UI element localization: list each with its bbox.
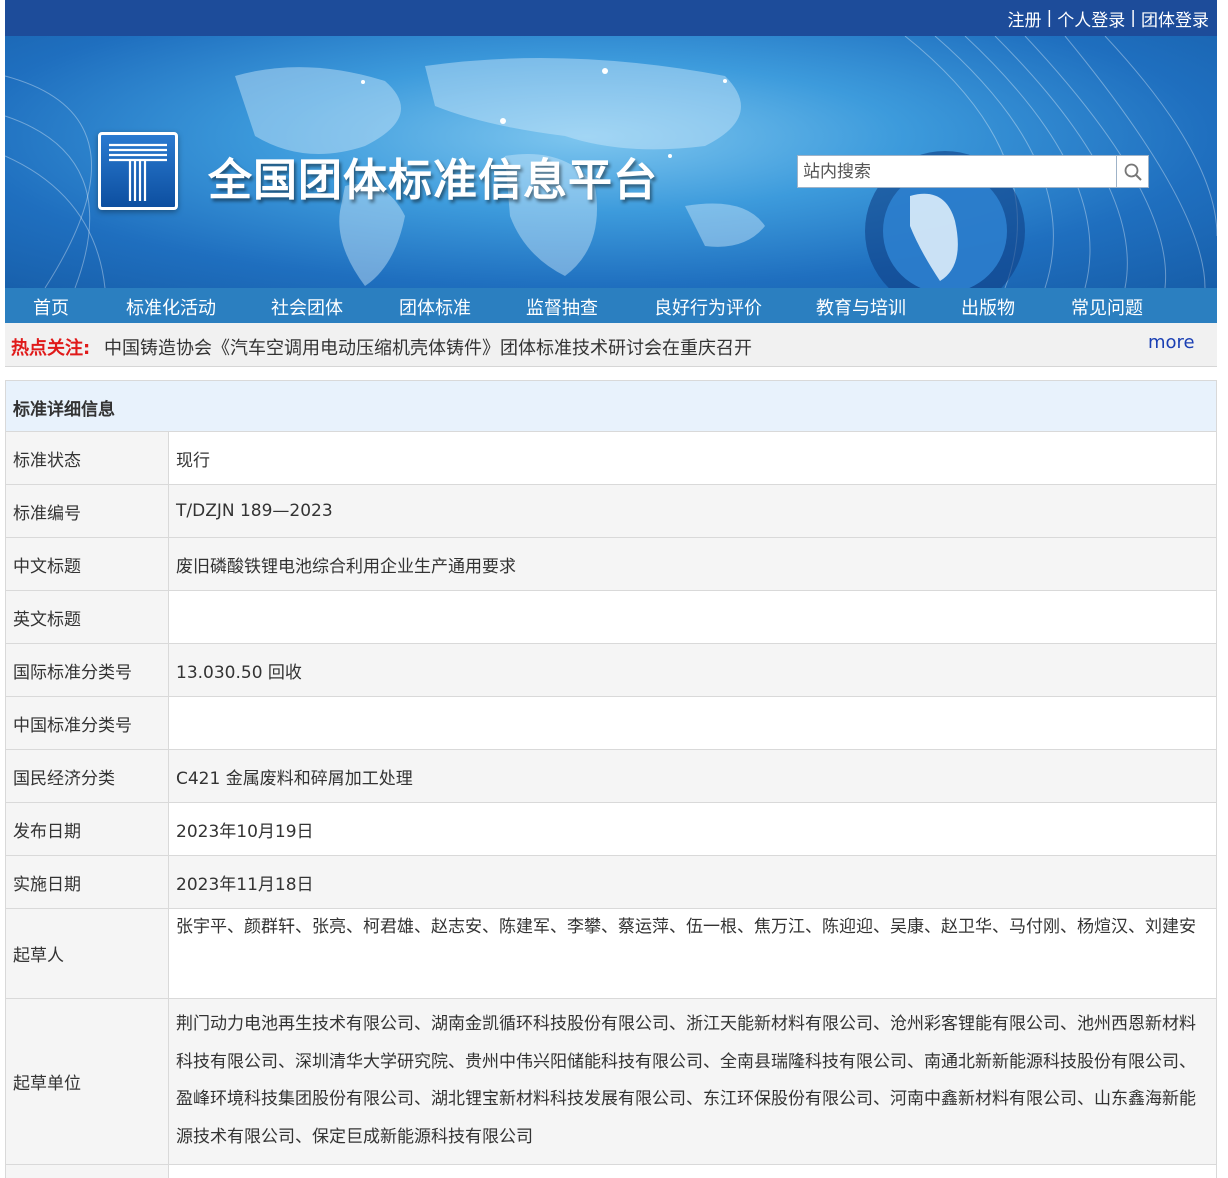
table-row: 起草人 张宇平、颜群轩、张亮、柯君雄、赵志安、陈建军、李攀、蔡运萍、伍一根、焦万…	[6, 909, 1216, 999]
table-row: 国民经济分类 C421 金属废料和碎屑加工处理	[6, 750, 1216, 803]
nav-item-social-groups[interactable]: 社会团体	[271, 294, 343, 320]
row-key: 实施日期	[6, 856, 169, 908]
nav-item-publications[interactable]: 出版物	[961, 294, 1015, 320]
group-login-link[interactable]: 团体登录	[1141, 6, 1209, 31]
row-key: 起草单位	[6, 999, 169, 1164]
table-row: 中国标准分类号	[6, 697, 1216, 750]
hot-label: 热点关注:	[11, 338, 91, 359]
row-key: 发布日期	[6, 803, 169, 855]
detail-heading: 标准详细信息	[6, 381, 1216, 432]
row-key: 中文标题	[6, 538, 169, 590]
hot-news-link[interactable]: 中国铸造协会《汽车空调用电动压缩机壳体铸件》团体标准技术研讨会在重庆召开	[104, 334, 752, 360]
nav-item-home[interactable]: 首页	[33, 294, 69, 320]
site-search	[797, 155, 1149, 188]
top-bar: 注册 | 个人登录 | 团体登录	[5, 0, 1217, 36]
row-value	[169, 697, 1216, 749]
row-value: 2023年10月19日	[169, 803, 1216, 855]
row-key: 国民经济分类	[6, 750, 169, 802]
table-row: 中文标题 废旧磷酸铁锂电池综合利用企业生产通用要求	[6, 538, 1216, 591]
row-value	[169, 591, 1216, 643]
row-value: 2023年11月18日	[169, 856, 1216, 908]
nav-item-education[interactable]: 教育与培训	[816, 294, 906, 320]
nav-item-standardization[interactable]: 标准化活动	[126, 294, 216, 320]
row-key: 起草人	[6, 909, 169, 998]
table-row: 英文标题	[6, 591, 1216, 644]
more-link[interactable]: more	[1148, 332, 1195, 353]
row-value	[169, 1165, 1216, 1178]
row-value: 现行	[169, 432, 1216, 484]
hot-news-bar: 热点关注: 中国铸造协会《汽车空调用电动压缩机壳体铸件》团体标准技术研讨会在重庆…	[5, 323, 1217, 367]
table-row: 标准状态 现行	[6, 432, 1216, 485]
row-value: 13.030.50 回收	[169, 644, 1216, 696]
row-value: 废旧磷酸铁锂电池综合利用企业生产通用要求	[169, 538, 1216, 590]
table-row: 实施日期 2023年11月18日	[6, 856, 1216, 909]
table-row: 起草单位 荆门动力电池再生技术有限公司、湖南金凯循环科技股份有限公司、浙江天能新…	[6, 999, 1216, 1165]
personal-login-link[interactable]: 个人登录	[1057, 6, 1125, 31]
search-button[interactable]	[1117, 155, 1149, 188]
table-row: 标准编号 T/DZJN 189—2023	[6, 485, 1216, 538]
platform-logo[interactable]	[98, 132, 178, 210]
standard-detail-table: 标准详细信息 标准状态 现行 标准编号 T/DZJN 189—2023 中文标题…	[5, 380, 1217, 1178]
row-key	[6, 1165, 169, 1178]
row-value: C421 金属废料和碎屑加工处理	[169, 750, 1216, 802]
table-row	[6, 1165, 1216, 1178]
separator: |	[1046, 8, 1053, 28]
nav-item-inspection[interactable]: 监督抽查	[526, 294, 598, 320]
row-key: 标准编号	[6, 485, 169, 537]
table-row: 国际标准分类号 13.030.50 回收	[6, 644, 1216, 697]
search-input[interactable]	[797, 155, 1117, 188]
separator: |	[1130, 8, 1136, 28]
row-value: T/DZJN 189—2023	[169, 485, 1216, 537]
register-link[interactable]: 注册	[1008, 6, 1042, 31]
row-key: 英文标题	[6, 591, 169, 643]
search-icon	[1124, 163, 1142, 181]
nav-item-good-behavior[interactable]: 良好行为评价	[654, 294, 762, 320]
nav-item-group-standards[interactable]: 团体标准	[399, 294, 471, 320]
row-value: 张宇平、颜群轩、张亮、柯君雄、赵志安、陈建军、李攀、蔡运萍、伍一根、焦万江、陈迎…	[169, 909, 1216, 998]
table-row: 发布日期 2023年10月19日	[6, 803, 1216, 856]
banner: 全国团体标准信息平台	[5, 36, 1217, 288]
row-key: 标准状态	[6, 432, 169, 484]
nav-item-faq[interactable]: 常见问题	[1071, 294, 1143, 320]
row-key: 中国标准分类号	[6, 697, 169, 749]
logo-mark-icon	[109, 143, 167, 201]
row-key: 国际标准分类号	[6, 644, 169, 696]
main-nav: 首页 标准化活动 社会团体 团体标准 监督抽查 良好行为评价 教育与培训 出版物…	[5, 288, 1217, 323]
site-title: 全国团体标准信息平台	[208, 155, 658, 206]
row-value: 荆门动力电池再生技术有限公司、湖南金凯循环科技股份有限公司、浙江天能新材料有限公…	[169, 999, 1216, 1164]
